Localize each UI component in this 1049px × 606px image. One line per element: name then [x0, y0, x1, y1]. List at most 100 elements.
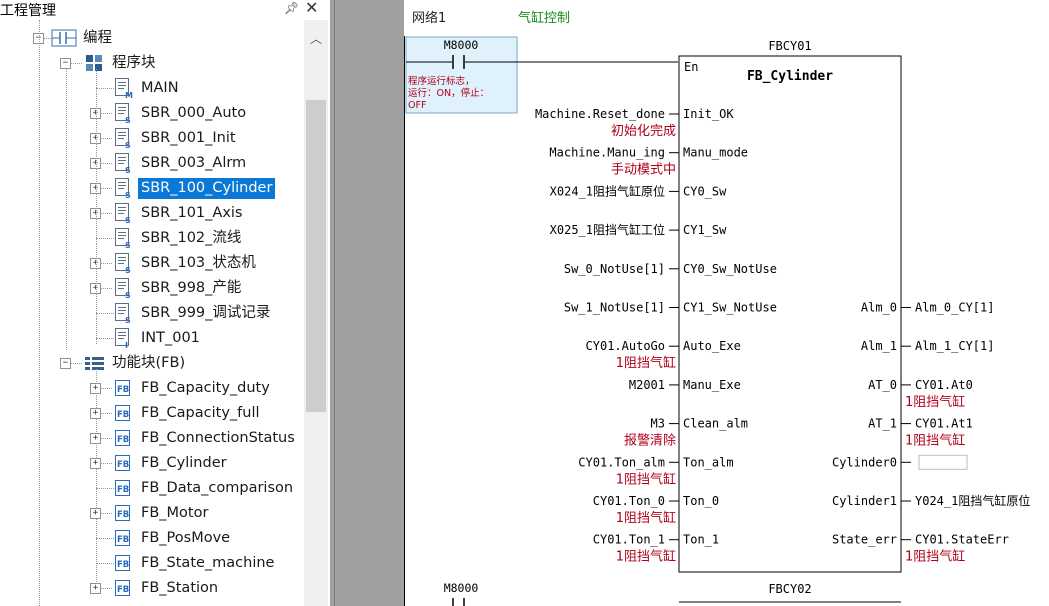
output-pin-1: Alm_1 [861, 339, 897, 353]
subroutine-icon: S [115, 203, 131, 224]
tree-node-program-blocks[interactable]: 程序块 [109, 51, 159, 76]
tree-item-10-label: INT_001 [141, 330, 200, 346]
tree-item-5[interactable]: SBR_101_Axis [138, 201, 246, 226]
input-comment-11: 1阻挡气缸 [616, 549, 676, 565]
output-variable-1: Alm_1_CY[1] [915, 339, 994, 353]
tree-item-10[interactable]: INT_001 [138, 326, 203, 351]
tree-item-8[interactable]: SBR_998_产能 [138, 276, 244, 301]
tree-item-8-label: SBR_998_产能 [141, 280, 242, 296]
input-pin-0: Init_OK [683, 107, 734, 121]
input-pin-10: Ton_0 [683, 494, 719, 508]
subroutine-icon: S [115, 228, 131, 249]
tree-item-1-label: SBR_000_Auto [141, 105, 247, 121]
output-comment-6: 1阻挡气缸 [905, 549, 965, 565]
tree-item-7[interactable]: SBR_103_状态机 [138, 251, 259, 276]
tree-fb-item-8-label: FB_Station [141, 580, 219, 596]
input-variable-8: M3 [651, 417, 665, 431]
input-pin-5: CY1_Sw_NotUse [683, 301, 777, 315]
next-contact-name: M8000 [444, 581, 479, 595]
tree-item-9[interactable]: SBR_999_调试记录 [138, 301, 273, 326]
fb-instance-name: FBCY01 [768, 39, 811, 53]
project-panel-header: 工程管理 📌︎ ✕ [0, 0, 330, 20]
tree-fb-item-0[interactable]: FB_Capacity_duty [138, 376, 273, 401]
next-fb-instance-name: FBCY02 [768, 582, 811, 596]
output-variable-0: Alm_0_CY[1] [915, 301, 994, 315]
tree-item-1[interactable]: SBR_000_Auto [138, 101, 249, 126]
svg-text:M: M [125, 91, 133, 99]
input-pin-9: Ton_alm [683, 455, 734, 469]
program-blocks-icon [86, 55, 102, 71]
project-panel-title: 工程管理 [0, 3, 56, 19]
tree-fb-item-7[interactable]: FB_State_machine [138, 551, 277, 576]
panel-splitter[interactable] [330, 0, 404, 606]
tree-item-3[interactable]: SBR_003_Alrm [138, 151, 249, 176]
svg-text:FB: FB [117, 385, 129, 395]
ladder-diagram: 网络1 气缸控制 M8000 程序运行标志，运行：ON，停止：OFF FBCY01 En F… [404, 0, 1049, 606]
tree-item-2[interactable]: SBR_001_Init [138, 126, 239, 151]
tree-fb-item-2[interactable]: FB_ConnectionStatus [138, 426, 298, 451]
network-label: 网络1 [412, 10, 446, 26]
fb-icon: FB [115, 455, 130, 471]
tree-fb-item-1[interactable]: FB_Capacity_full [138, 401, 263, 426]
tree-item-4[interactable]: SBR_100_Cylinder [138, 176, 276, 201]
tree-fb-item-1-label: FB_Capacity_full [141, 405, 260, 421]
tree-fb-item-5[interactable]: FB_Motor [138, 501, 211, 526]
tree-fb-item-6-label: FB_PosMove [141, 530, 231, 546]
ladder-editor[interactable]: 网络1 气缸控制 M8000 程序运行标志， 运行：ON，停止： OFF FBCY01 En F… [404, 0, 1049, 606]
input-variable-0: Machine.Reset_done [535, 107, 665, 121]
output-variable-6: CY01.StateErr [915, 533, 1009, 547]
tree-scrollbar[interactable]: ︿ [304, 20, 328, 606]
network-comment: 气缸控制 [518, 10, 570, 26]
fb-type-name: FB_Cylinder [747, 69, 833, 84]
pin-icon[interactable]: 📌︎ [284, 1, 299, 15]
interrupt-icon: I [115, 328, 129, 349]
fb-icon: FB [115, 580, 130, 596]
fb-icon: FB [115, 530, 130, 546]
output-variable-2: CY01.At0 [915, 378, 973, 392]
output-comment-3: 1阻挡气缸 [905, 433, 965, 449]
input-variable-7: M2001 [629, 378, 665, 392]
input-variable-10: CY01.Ton_0 [593, 494, 665, 508]
output-variable-3: CY01.At1 [915, 417, 973, 431]
tree-item-4-label: SBR_100_Cylinder [138, 178, 276, 199]
input-variable-3: X025_1阻挡气缸工位 [550, 222, 665, 237]
tree-node-function-blocks[interactable]: 功能块(FB) [109, 351, 188, 376]
tree-node-function-blocks-label: 功能块(FB) [112, 355, 186, 371]
input-variable-5: Sw_1_NotUse[1] [564, 301, 665, 315]
output-pin-5: Cylinder1 [832, 494, 897, 508]
svg-text:S: S [125, 316, 131, 324]
svg-text:FB: FB [117, 435, 129, 445]
close-icon[interactable]: ✕ [305, 0, 318, 17]
fb-icon: FB [115, 555, 130, 571]
tree-fb-item-2-label: FB_ConnectionStatus [141, 430, 295, 446]
svg-text:FB: FB [117, 410, 129, 420]
subroutine-icon: S [115, 253, 131, 274]
output-comment-2: 1阻挡气缸 [905, 394, 965, 410]
svg-text:S: S [125, 291, 131, 299]
tree-fb-item-0-label: FB_Capacity_duty [141, 380, 270, 396]
tree-item-0[interactable]: MAIN [138, 76, 182, 101]
input-variable-6: CY01.AutoGo [586, 339, 665, 353]
svg-text:FB: FB [117, 585, 129, 595]
input-pin-7: Manu_Exe [683, 378, 741, 392]
tree-fb-item-6[interactable]: FB_PosMove [138, 526, 233, 551]
tree-fb-item-8[interactable]: FB_Station [138, 576, 221, 601]
tree-node-programming[interactable]: 编程 [80, 26, 115, 51]
input-pin-2: CY0_Sw [683, 184, 727, 198]
scrollbar-thumb[interactable] [306, 100, 326, 412]
output-variable-5: Y024_1阻挡气缸原位 [915, 493, 1030, 508]
tree-item-6[interactable]: SBR_102_流线 [138, 226, 244, 251]
svg-text:I: I [125, 341, 128, 349]
subroutine-icon: S [115, 278, 131, 299]
tree-fb-item-3[interactable]: FB_Cylinder [138, 451, 230, 476]
tree-fb-item-4[interactable]: FB_Data_comparison [138, 476, 296, 501]
tree-fb-item-7-label: FB_State_machine [141, 555, 275, 571]
svg-text:S: S [125, 266, 131, 274]
tree-fb-item-5-label: FB_Motor [141, 505, 209, 521]
input-variable-2: X024_1阻挡气缸原位 [550, 183, 665, 198]
fb-en-pin: En [684, 60, 698, 74]
tree-item-6-label: SBR_102_流线 [141, 230, 242, 246]
output-empty-field [918, 454, 968, 470]
scroll-up-icon[interactable]: ︿ [310, 30, 322, 47]
input-comment-9: 1阻挡气缸 [616, 471, 676, 487]
